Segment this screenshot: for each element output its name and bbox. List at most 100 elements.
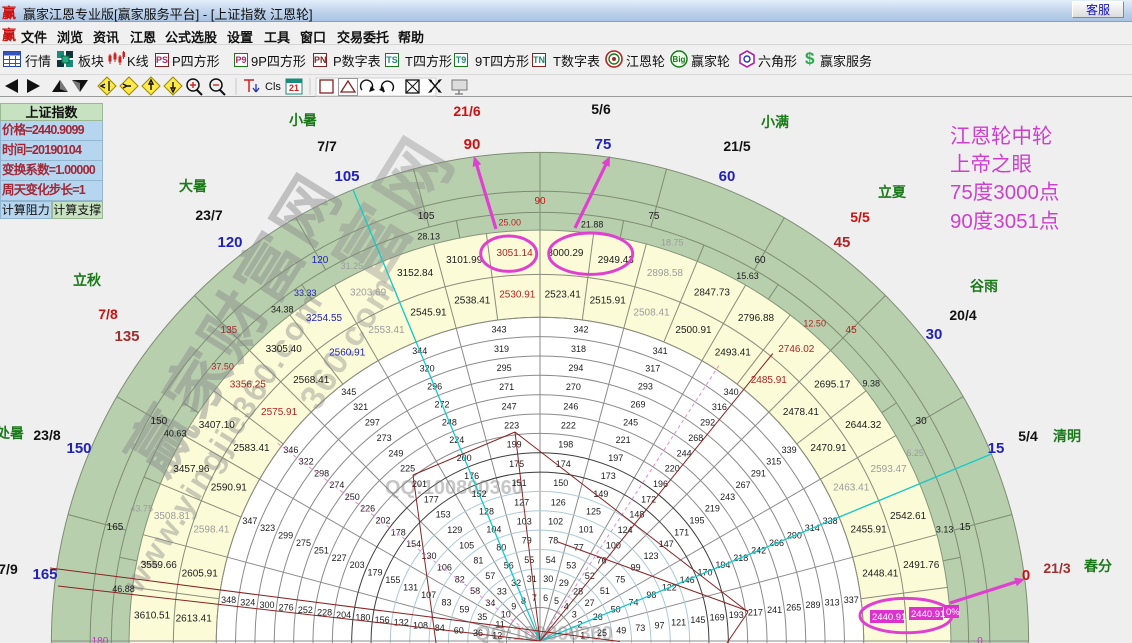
svg-text:108: 108 xyxy=(413,620,428,630)
svg-text:179: 179 xyxy=(367,568,382,578)
svg-text:清明: 清明 xyxy=(1053,428,1081,444)
svg-text:198: 198 xyxy=(558,440,573,450)
svg-text:129: 129 xyxy=(447,525,462,535)
svg-text:3051.14: 3051.14 xyxy=(497,248,534,259)
svg-text:60: 60 xyxy=(754,255,766,266)
svg-text:219: 219 xyxy=(705,504,720,514)
svg-text:299: 299 xyxy=(278,531,293,541)
svg-text:34: 34 xyxy=(485,598,495,608)
svg-text:121: 121 xyxy=(671,618,686,628)
svg-text:2575.91: 2575.91 xyxy=(261,407,298,418)
svg-text:3457.96: 3457.96 xyxy=(173,464,210,475)
svg-text:270: 270 xyxy=(566,382,581,392)
svg-text:处暑: 处暑 xyxy=(0,425,24,441)
svg-text:28: 28 xyxy=(573,586,583,596)
svg-text:3356.25: 3356.25 xyxy=(230,380,267,391)
svg-text:106: 106 xyxy=(437,563,452,573)
svg-text:28.13: 28.13 xyxy=(417,231,440,241)
svg-text:2847.73: 2847.73 xyxy=(694,287,731,298)
svg-text:2485.91: 2485.91 xyxy=(751,375,788,386)
svg-text:33.33: 33.33 xyxy=(294,288,317,298)
svg-text:348: 348 xyxy=(221,595,236,605)
svg-text:2545.91: 2545.91 xyxy=(410,307,447,318)
svg-text:300: 300 xyxy=(259,600,274,610)
svg-text:241: 241 xyxy=(767,605,782,615)
svg-text:193: 193 xyxy=(729,610,744,620)
svg-text:5/6: 5/6 xyxy=(591,101,611,117)
svg-text:49: 49 xyxy=(616,625,626,635)
svg-text:340: 340 xyxy=(724,387,739,397)
svg-text:31.25: 31.25 xyxy=(341,261,364,271)
svg-text:75: 75 xyxy=(595,136,612,153)
svg-text:150: 150 xyxy=(151,416,168,427)
svg-text:269: 269 xyxy=(630,400,645,410)
svg-text:84: 84 xyxy=(435,623,445,633)
svg-text:57: 57 xyxy=(485,571,495,581)
svg-text:169: 169 xyxy=(710,613,725,623)
svg-text:135: 135 xyxy=(114,328,139,345)
svg-text:3152.84: 3152.84 xyxy=(397,268,434,279)
svg-text:105: 105 xyxy=(459,540,474,550)
svg-text:342: 342 xyxy=(573,325,588,335)
svg-text:谷雨: 谷雨 xyxy=(970,278,998,294)
svg-text:3203.69: 3203.69 xyxy=(350,287,387,298)
svg-text:2440.91: 2440.91 xyxy=(911,609,945,620)
svg-text:58: 58 xyxy=(470,586,480,596)
svg-text:123: 123 xyxy=(643,551,658,561)
svg-text:10: 10 xyxy=(501,610,511,620)
svg-text:315: 315 xyxy=(766,457,781,467)
svg-text:131: 131 xyxy=(403,583,418,593)
svg-text:0%: 0% xyxy=(946,607,960,618)
svg-text:127: 127 xyxy=(514,497,529,507)
svg-text:135: 135 xyxy=(221,325,238,336)
svg-text:171: 171 xyxy=(674,527,689,537)
svg-text:103: 103 xyxy=(517,517,532,527)
svg-text:196: 196 xyxy=(653,479,668,489)
svg-text:35: 35 xyxy=(477,612,487,622)
svg-text:2644.32: 2644.32 xyxy=(845,420,882,431)
svg-text:203: 203 xyxy=(350,560,365,570)
svg-text:2463.41: 2463.41 xyxy=(833,483,870,494)
svg-text:316: 316 xyxy=(712,402,727,412)
svg-text:2613.41: 2613.41 xyxy=(176,613,213,624)
svg-text:90度3051点: 90度3051点 xyxy=(950,210,1059,233)
svg-text:小暑: 小暑 xyxy=(289,112,317,128)
svg-text:2568.41: 2568.41 xyxy=(293,375,330,386)
svg-text:125: 125 xyxy=(586,507,601,517)
svg-text:2508.41: 2508.41 xyxy=(633,307,670,318)
svg-text:2590.91: 2590.91 xyxy=(211,483,248,494)
svg-text:101: 101 xyxy=(579,525,594,535)
svg-text:343: 343 xyxy=(491,325,506,335)
svg-text:2538.41: 2538.41 xyxy=(454,296,491,307)
svg-text:267: 267 xyxy=(736,480,751,490)
svg-text:2455.91: 2455.91 xyxy=(851,525,888,536)
svg-text:75度3000点: 75度3000点 xyxy=(950,181,1059,204)
svg-text:2796.88: 2796.88 xyxy=(738,313,775,324)
svg-text:21/5: 21/5 xyxy=(723,138,750,154)
svg-text:30: 30 xyxy=(916,416,928,427)
svg-text:155: 155 xyxy=(385,575,400,585)
svg-text:2746.02: 2746.02 xyxy=(778,344,815,355)
svg-text:2470.91: 2470.91 xyxy=(810,443,847,454)
svg-text:江恩轮中轮: 江恩轮中轮 xyxy=(950,125,1053,148)
svg-text:75: 75 xyxy=(615,574,625,584)
svg-text:78: 78 xyxy=(548,536,558,546)
svg-text:2530.91: 2530.91 xyxy=(499,290,536,301)
svg-text:291: 291 xyxy=(751,468,766,478)
svg-text:Cls: Cls xyxy=(265,81,281,93)
svg-text:337: 337 xyxy=(844,595,859,605)
svg-text:30: 30 xyxy=(543,574,553,584)
svg-text:150: 150 xyxy=(66,440,91,457)
svg-text:345: 345 xyxy=(341,387,356,397)
svg-text:55: 55 xyxy=(524,555,534,565)
svg-text:347: 347 xyxy=(242,516,257,526)
svg-text:11: 11 xyxy=(495,620,504,630)
svg-text:154: 154 xyxy=(406,539,421,549)
svg-text:1: 1 xyxy=(580,630,585,640)
svg-text:25: 25 xyxy=(597,628,607,638)
svg-text:293: 293 xyxy=(638,382,653,392)
svg-text:53: 53 xyxy=(566,560,576,570)
svg-text:172: 172 xyxy=(641,494,656,504)
svg-text:105: 105 xyxy=(334,168,359,185)
svg-text:247: 247 xyxy=(502,401,517,411)
